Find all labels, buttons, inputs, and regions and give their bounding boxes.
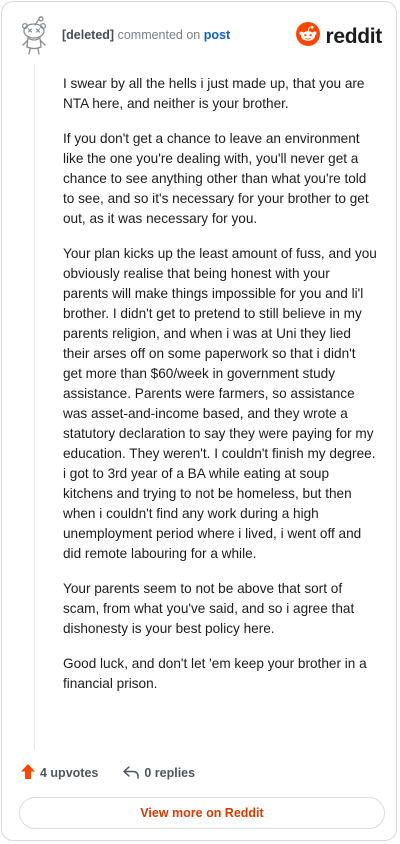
reply-count: 0 replies bbox=[144, 766, 196, 780]
comment-paragraph: If you don't get a chance to leave an en… bbox=[63, 131, 369, 226]
view-more-button[interactable]: View more on Reddit bbox=[19, 797, 385, 829]
comment-header: [deleted] commented on post bbox=[62, 27, 230, 43]
reddit-wordmark: reddit bbox=[325, 24, 382, 48]
comment-body: I swear by all the hells i just made up,… bbox=[63, 74, 378, 709]
upvote-stat[interactable]: 4 upvotes bbox=[20, 763, 98, 783]
reply-stat[interactable]: 0 replies bbox=[122, 764, 195, 783]
comment-paragraph: Your parents seem to not be above that s… bbox=[63, 581, 355, 636]
reddit-logo-icon bbox=[296, 22, 321, 51]
comment-embed-card: [deleted] commented on post reddit I swe… bbox=[1, 1, 397, 841]
comment-footer: 4 upvotes 0 replies bbox=[20, 763, 195, 783]
upvote-count: 4 upvotes bbox=[40, 766, 99, 780]
reddit-brand[interactable]: reddit bbox=[296, 22, 382, 51]
comment-action: commented on bbox=[117, 28, 201, 42]
comment-paragraph: Your plan kicks up the least amount of f… bbox=[63, 246, 377, 561]
comment-paragraph: I swear by all the hells i just made up,… bbox=[63, 76, 365, 111]
comment-paragraph: Good luck, and don't let 'em keep your b… bbox=[63, 656, 367, 691]
upvote-arrow-icon[interactable] bbox=[20, 763, 36, 783]
post-link[interactable]: post bbox=[204, 28, 230, 42]
deleted-user-avatar-icon bbox=[20, 16, 48, 56]
comment-author[interactable]: [deleted] bbox=[62, 28, 114, 42]
reply-arrow-icon[interactable] bbox=[122, 764, 140, 783]
thread-line bbox=[34, 64, 35, 750]
